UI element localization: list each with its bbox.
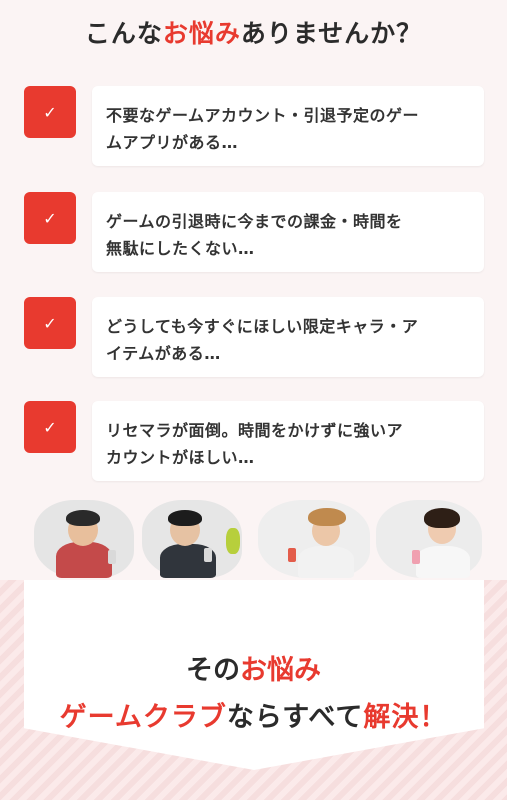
checklist-item: ✓ どうしても今すぐにほしい限定キャラ・ア イテムがある… — [24, 297, 484, 377]
checklist-line: ムアプリがある… — [106, 133, 239, 152]
phone-icon — [204, 548, 212, 562]
checklist-item: ✓ 不要なゲームアカウント・引退予定のゲー ムアプリがある… — [24, 86, 484, 166]
person-photo — [34, 500, 134, 578]
checklist-text: 不要なゲームアカウント・引退予定のゲー ムアプリがある… — [92, 86, 484, 166]
check-icon: ✓ — [24, 401, 76, 453]
person-hair — [308, 508, 346, 526]
phone-icon — [412, 550, 420, 564]
person-hair — [424, 508, 460, 528]
page-title: こんなお悩みありませんか？ — [0, 14, 507, 50]
title-accent: お悩み — [162, 19, 241, 48]
check-icon: ✓ — [24, 297, 76, 349]
solution-pre: その — [186, 655, 240, 686]
checklist-line: ゲームの引退時に今までの課金・時間を — [106, 212, 403, 231]
checklist-text: ゲームの引退時に今までの課金・時間を 無駄にしたくない… — [92, 192, 484, 272]
checklist-text: リセマラが面倒。時間をかけずに強いア カウントがほしい… — [92, 401, 484, 481]
people-illustration — [0, 500, 507, 590]
checklist-line: イテムがある… — [106, 344, 221, 363]
solution-resolve: 解決！ — [363, 702, 448, 733]
person-hair — [168, 510, 202, 526]
title-post: ありませんか？ — [240, 19, 423, 48]
checklist-line: どうしても今すぐにほしい限定キャラ・ア — [106, 317, 419, 336]
person-body — [298, 546, 354, 578]
title-pre: こんな — [84, 19, 163, 48]
phone-icon — [288, 548, 296, 562]
checklist-text: どうしても今すぐにほしい限定キャラ・ア イテムがある… — [92, 297, 484, 377]
solution-accent: お悩み — [240, 655, 321, 686]
person-photo — [258, 500, 370, 578]
checklist-line: 不要なゲームアカウント・引退予定のゲー — [106, 106, 420, 125]
brand-name: ゲームクラブ — [59, 702, 227, 733]
checklist-item: ✓ リセマラが面倒。時間をかけずに強いア カウントがほしい… — [24, 401, 484, 481]
checklist-line: リセマラが面倒。時間をかけずに強いア — [106, 421, 404, 440]
checklist-line: カウントがほしい… — [106, 448, 255, 467]
check-icon: ✓ — [24, 86, 76, 138]
person-body — [416, 546, 470, 578]
person-photo — [376, 500, 482, 578]
plant-icon — [226, 528, 240, 554]
checklist-line: 無駄にしたくない… — [106, 239, 255, 258]
check-icon: ✓ — [24, 192, 76, 244]
solution-line-2: ゲームクラブならすべて解決！ — [0, 695, 507, 734]
solution-mid: ならすべて — [226, 702, 364, 733]
person-hair — [66, 510, 100, 526]
checklist-item: ✓ ゲームの引退時に今までの課金・時間を 無駄にしたくない… — [24, 192, 484, 272]
person-photo — [142, 500, 242, 578]
solution-line-1: そのお悩み — [0, 648, 507, 687]
phone-icon — [108, 550, 116, 564]
person-body — [56, 542, 112, 578]
